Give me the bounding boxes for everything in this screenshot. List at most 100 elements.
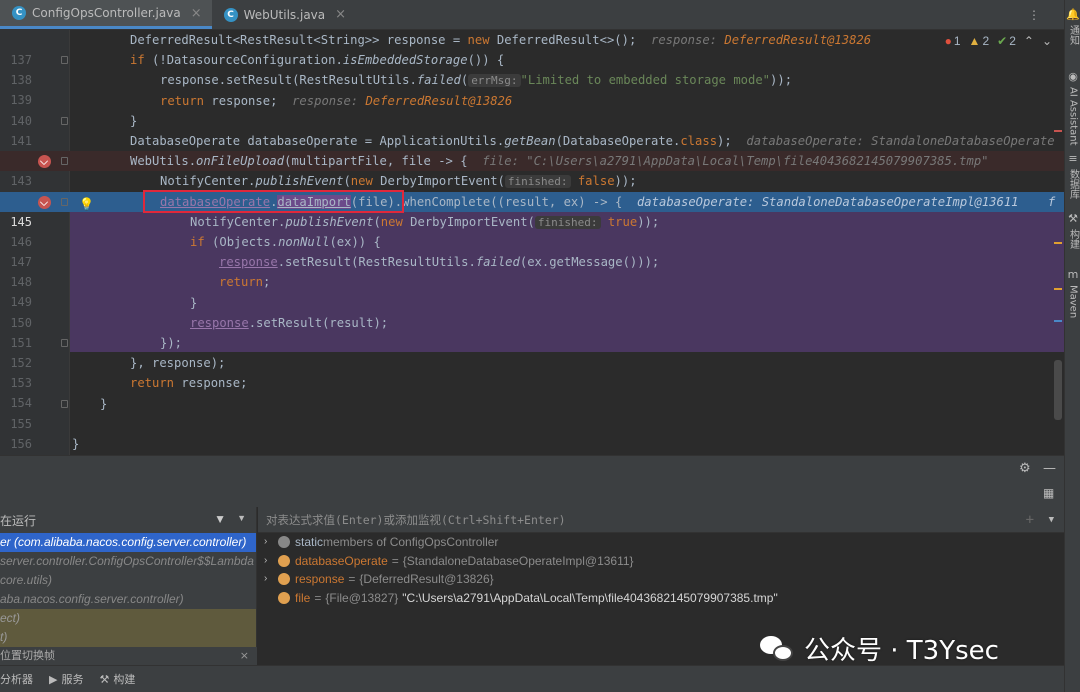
variable-value: {DeferredResult@13826} <box>359 572 494 586</box>
variable-row[interactable]: › static members of ConfigOpsController <box>258 533 1064 552</box>
services-label: 服务 <box>61 674 84 686</box>
layout-icon[interactable]: ▦ <box>1043 486 1054 500</box>
fold-icon[interactable] <box>61 157 68 166</box>
ai-assistant-tool[interactable]: ◉ AI Assistant <box>1066 70 1080 146</box>
error-stripe[interactable] <box>1054 130 1062 132</box>
tab-label: WebUtils.java <box>243 7 326 22</box>
fold-icon[interactable] <box>61 197 68 206</box>
code-line: 153 }, response); <box>0 353 1064 390</box>
tab-webutils[interactable]: C WebUtils.java × <box>212 0 356 29</box>
code-line: 150 } <box>0 293 1064 330</box>
profiler-tool[interactable]: 分析器 <box>0 671 33 687</box>
hammer-icon: ⚒ <box>1068 212 1078 225</box>
expand-icon[interactable]: › <box>264 533 278 552</box>
chevron-down-icon[interactable]: ▼ <box>1049 515 1054 525</box>
breakpoint-icon[interactable] <box>38 155 51 169</box>
services-tool[interactable]: ▶ 服务 <box>49 671 83 687</box>
code-line: 142 DatabaseOperate databaseOperate = Ap… <box>0 131 1064 168</box>
warning-stripe[interactable] <box>1054 242 1062 244</box>
fold-icon[interactable] <box>61 116 68 125</box>
variable-name: response <box>295 572 345 586</box>
editor-tab-bar: C ConfigOpsController.java × C WebUtils.… <box>0 0 1064 30</box>
watermark-text: 公众号 · T3Ysec <box>804 636 999 666</box>
code-line: 140 return response; response: DeferredR… <box>0 91 1064 128</box>
code-editor[interactable]: ● 1 ▲ 2 ✔ 2 ⌃ ⌄ 137 DeferredResult<RestResu… <box>0 30 1064 455</box>
static-icon <box>278 536 290 549</box>
fold-icon[interactable] <box>61 56 68 65</box>
fold-icon[interactable] <box>61 399 68 408</box>
code-line: 147 if (Objects.nonNull(ex)) { <box>0 232 1064 269</box>
profiler-label: 分析器 <box>0 674 33 686</box>
hammer-icon: ⚒ <box>99 673 110 686</box>
close-icon[interactable]: × <box>240 647 249 665</box>
lightbulb-icon[interactable]: 💡 <box>79 194 94 214</box>
thread-status[interactable]: 在运行 <box>0 512 36 529</box>
variable-row[interactable]: file = {File@13827} "C:\Users\a2791\AppD… <box>258 589 1064 608</box>
variable-row[interactable]: › databaseOperate = {StandaloneDatabaseO… <box>258 552 1064 571</box>
expression-placeholder: 对表达式求值(Enter)或添加监视(Ctrl+Shift+Enter) <box>266 512 566 527</box>
code-line: 149 return; <box>0 272 1064 309</box>
ai-icon: ◉ <box>1068 70 1078 83</box>
variable-name: static <box>295 535 324 549</box>
bell-icon: 🔔 <box>1066 8 1080 21</box>
frame-item[interactable]: er (com.alibaba.nacos.config.server.cont… <box>0 533 256 552</box>
info-stripe[interactable] <box>1054 320 1062 322</box>
maven-icon: m <box>1067 268 1079 281</box>
close-icon[interactable]: × <box>335 7 346 22</box>
maven-tool[interactable]: m Maven <box>1066 268 1080 318</box>
java-class-icon: C <box>223 7 238 22</box>
code-line: 137 DeferredResult<RestResult<String>> r… <box>0 30 1064 67</box>
add-watch-icon[interactable]: + <box>1026 512 1034 528</box>
code-line: 151 response.setResult(result); <box>0 313 1064 350</box>
highlight-box <box>143 190 404 213</box>
right-tool-strip: 🔔 通知 ◉ AI Assistant ≡ 数据库 ⚒ 构建 m Maven <box>1064 0 1080 692</box>
wechat-logo-icon <box>760 634 794 664</box>
database-icon: ≡ <box>1068 152 1078 165</box>
frame-item[interactable]: ect) <box>0 609 256 628</box>
frame-item[interactable]: core.utils) <box>0 571 256 590</box>
wechat-watermark: 公众号 · T3Ysec <box>760 630 999 667</box>
build-tool[interactable]: ⚒ 构建 <box>1066 212 1080 249</box>
build-tool-bottom[interactable]: ⚒ 构建 <box>99 671 135 687</box>
switch-frames-label[interactable]: 位置切换帧 <box>0 649 55 662</box>
expand-icon[interactable]: › <box>264 570 278 589</box>
code-line: 155 } <box>0 394 1064 431</box>
code-line: 141 } <box>0 111 1064 148</box>
variables-panel: 对表达式求值(Enter)或添加监视(Ctrl+Shift+Enter) + ▼… <box>258 507 1064 647</box>
frame-item[interactable]: server.controller.ConfigOpsController$$L… <box>0 552 256 571</box>
chevron-down-icon[interactable]: ▼ <box>237 513 246 523</box>
java-class-icon: C <box>12 6 26 20</box>
code-line: 156 <box>0 414 1064 451</box>
more-vertical-icon[interactable]: ⋮ <box>1028 8 1040 22</box>
tool-label: 通知 <box>1067 25 1079 45</box>
tool-label: Maven <box>1067 285 1079 319</box>
warning-stripe[interactable] <box>1054 288 1062 290</box>
build-label: 构建 <box>113 674 136 686</box>
breakpoint-icon[interactable] <box>38 195 51 209</box>
equals-sign: = <box>348 572 356 586</box>
filter-icon[interactable]: ▼ <box>214 512 226 526</box>
tool-label: AI Assistant <box>1067 87 1079 146</box>
expand-icon[interactable]: › <box>264 552 278 571</box>
variable-string: "C:\Users\a2791\AppData\Local\Temp\file4… <box>402 590 778 605</box>
tab-configopscontroller[interactable]: C ConfigOpsController.java × <box>0 0 212 29</box>
variable-row[interactable]: › response = {DeferredResult@13826} <box>258 570 1064 589</box>
minimize-icon[interactable]: — <box>1043 461 1056 476</box>
variable-name: file <box>295 590 311 605</box>
code-line: 139 response.setResult(RestResultUtils.f… <box>0 70 1064 107</box>
fold-icon[interactable] <box>61 339 68 347</box>
editor-scrollbar-thumb[interactable] <box>1054 360 1062 420</box>
code-line: 148 response.setResult(RestResultUtils.f… <box>0 252 1064 289</box>
tab-label: ConfigOpsController.java <box>32 6 181 20</box>
frame-item[interactable]: aba.nacos.config.server.controller) <box>0 590 256 609</box>
gear-icon[interactable]: ⚙ <box>1019 461 1031 476</box>
code-line: 152 }); <box>0 333 1064 370</box>
evaluate-expression-input[interactable]: 对表达式求值(Enter)或添加监视(Ctrl+Shift+Enter) + ▼ <box>258 507 1064 533</box>
debug-toolbar: ⚙ — <box>0 455 1064 483</box>
code-line-breakpoint: 143 WebUtils.onFileUpload(multipartFile,… <box>0 151 1064 188</box>
frame-item[interactable]: t) <box>0 628 256 647</box>
database-tool[interactable]: ≡ 数据库 <box>1066 152 1080 199</box>
notifications-tool[interactable]: 🔔 通知 <box>1066 8 1080 45</box>
close-icon[interactable]: × <box>191 6 202 21</box>
debug-subtoolbar: ▦ <box>0 483 1064 507</box>
